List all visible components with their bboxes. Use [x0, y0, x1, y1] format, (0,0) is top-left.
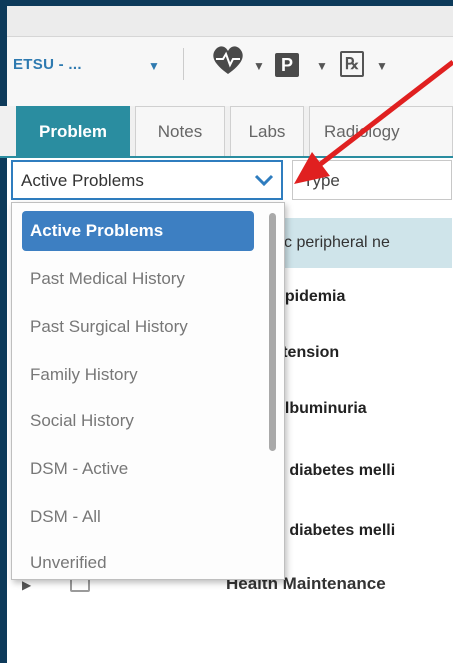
org-dropdown-arrow-icon[interactable]: ▼ [148, 59, 160, 73]
type-filter-input[interactable]: Type [292, 160, 452, 200]
tab-labs[interactable]: Labs [230, 106, 304, 156]
type-filter-placeholder: Type [303, 171, 340, 190]
filter-selected-value: Active Problems [21, 171, 144, 190]
problem-row[interactable]: lipidemia [272, 272, 452, 322]
dropdown-option-past-surgical-history[interactable]: Past Surgical History [22, 307, 254, 347]
filter-dropdown-menu: Active Problems Past Medical History Pas… [11, 202, 285, 580]
tab-notes[interactable]: Notes [135, 106, 225, 156]
rx-dropdown-arrow-icon[interactable]: ▼ [376, 59, 388, 73]
problem-row[interactable]: 2 diabetes melli [272, 506, 452, 556]
title-strip [7, 6, 453, 37]
problem-row[interactable]: 2 diabetes melli [272, 446, 452, 496]
dropdown-option-family-history[interactable]: Family History [22, 355, 254, 395]
org-selector-label[interactable]: ETSU - ... [13, 56, 82, 73]
toolbar-divider [183, 48, 184, 80]
dropdown-option-dsm-active[interactable]: DSM - Active [22, 449, 254, 489]
chevron-down-icon [254, 174, 274, 187]
dropdown-option-past-medical-history[interactable]: Past Medical History [22, 259, 254, 299]
dropdown-scrollbar[interactable] [269, 213, 276, 451]
problem-list-filter-select[interactable]: Active Problems [11, 160, 283, 200]
dropdown-option-unverified[interactable]: Unverified [22, 543, 254, 579]
dropdown-option-active-problems[interactable]: Active Problems [22, 211, 254, 251]
problem-row[interactable]: albuminuria [272, 384, 452, 434]
problem-row[interactable]: tic peripheral ne [272, 218, 452, 268]
expand-arrow-icon[interactable]: ▶ [22, 578, 31, 592]
heart-dropdown-arrow-icon[interactable]: ▼ [253, 59, 265, 73]
tab-radiology[interactable]: Radiology [309, 106, 453, 156]
tab-problem[interactable]: Problem [16, 106, 130, 156]
p-button[interactable]: P [275, 53, 299, 77]
problem-row[interactable]: rtension [272, 328, 452, 378]
dropdown-option-dsm-all[interactable]: DSM - All [22, 497, 254, 537]
p-dropdown-arrow-icon[interactable]: ▼ [316, 59, 328, 73]
heart-pulse-icon[interactable] [208, 40, 248, 80]
dropdown-option-social-history[interactable]: Social History [22, 401, 254, 441]
rx-button[interactable]: ℞ [340, 51, 364, 77]
